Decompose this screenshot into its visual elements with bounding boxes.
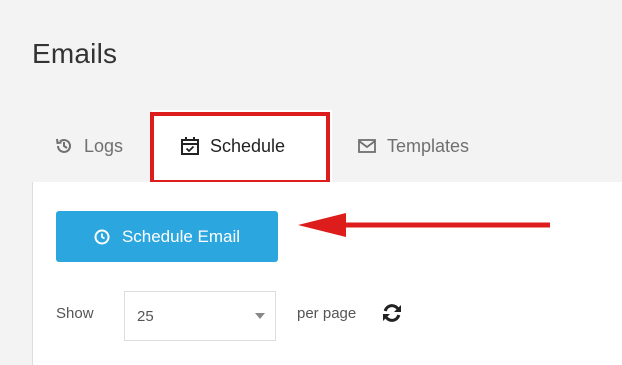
page-title: Emails (32, 38, 118, 69)
clock-icon (94, 229, 110, 244)
history-icon (56, 138, 71, 153)
refresh-icon[interactable] (381, 302, 403, 324)
show-label: Show (56, 305, 94, 322)
per-page-value: 25 (137, 307, 154, 325)
annotation-arrow (298, 213, 550, 237)
tab-content-panel (32, 182, 622, 365)
per-page-label: per page (297, 305, 357, 322)
tab-logs-label: Logs (84, 135, 124, 156)
per-page-select[interactable]: 25 (124, 291, 276, 341)
tab-logs[interactable]: Logs (54, 130, 123, 162)
caret-down-icon (255, 313, 265, 319)
tab-templates-label: Templates (387, 135, 470, 156)
tab-templates[interactable]: Templates (357, 130, 469, 162)
schedule-tab-highlight (150, 112, 330, 184)
envelope-icon (358, 139, 376, 153)
schedule-email-label: Schedule Email (121, 226, 241, 246)
schedule-email-button[interactable]: Schedule Email (56, 211, 278, 262)
